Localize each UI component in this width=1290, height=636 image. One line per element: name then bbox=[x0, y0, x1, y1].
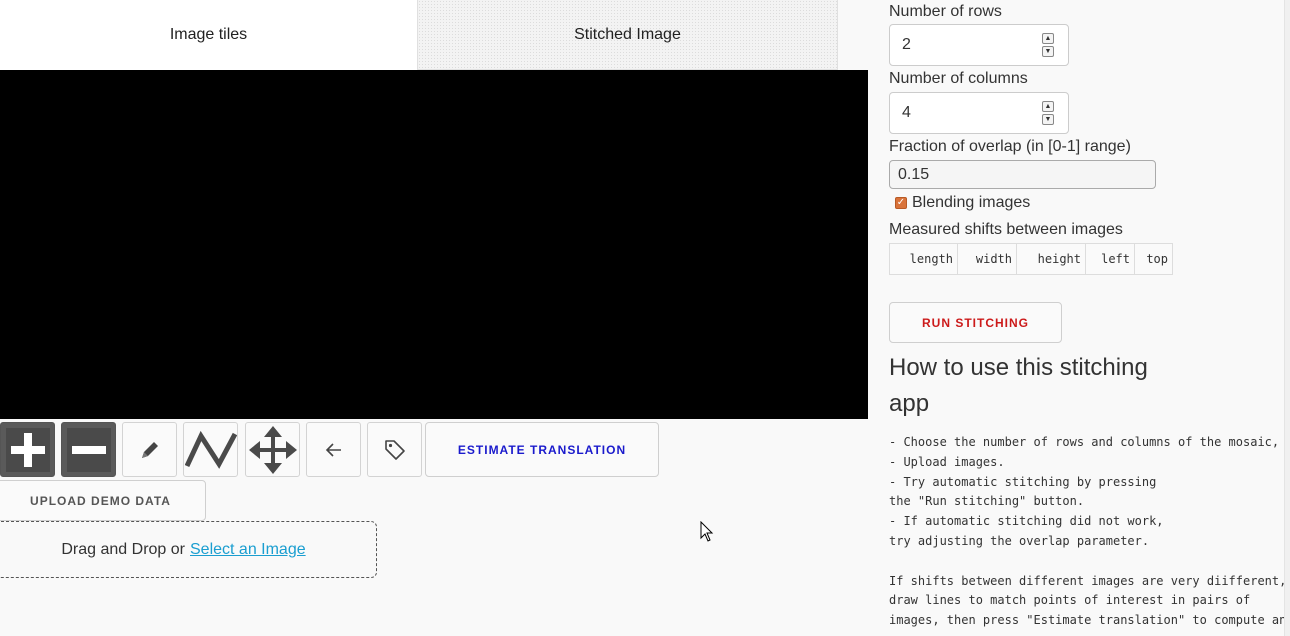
shifts-table: length width height left top bbox=[889, 243, 1173, 275]
chevron-up-icon[interactable]: ▲ bbox=[1042, 101, 1054, 112]
app-root: Image tiles Stitched Image ESTIMATE TRAN… bbox=[0, 0, 1290, 636]
arrow-left-icon bbox=[325, 442, 341, 457]
minus-icon bbox=[66, 427, 111, 472]
tab-stitched-image[interactable]: Stitched Image bbox=[418, 0, 838, 70]
tag-icon bbox=[384, 439, 405, 460]
chevron-down-icon[interactable]: ▼ bbox=[1042, 114, 1054, 125]
columns-label: Number of columns bbox=[889, 70, 1028, 87]
undo-button[interactable] bbox=[306, 422, 361, 477]
overlap-value: 0.15 bbox=[898, 165, 930, 183]
shifts-column-header[interactable]: length bbox=[890, 244, 958, 274]
select-image-link[interactable]: Select an Image bbox=[190, 541, 306, 559]
zoom-in-button[interactable] bbox=[0, 422, 55, 477]
plus-icon bbox=[5, 427, 50, 472]
draw-line-button[interactable] bbox=[183, 422, 238, 477]
upload-demo-data-button[interactable]: Upload demo data bbox=[0, 480, 206, 521]
chevron-up-icon[interactable]: ▲ bbox=[1042, 33, 1054, 44]
move-arrows-icon bbox=[248, 425, 297, 474]
overlap-input[interactable]: 0.15 bbox=[889, 160, 1156, 189]
shifts-column-header[interactable]: top bbox=[1135, 244, 1172, 274]
shifts-column-header[interactable]: left bbox=[1086, 244, 1135, 274]
image-canvas[interactable] bbox=[0, 70, 868, 419]
shifts-column-header[interactable]: height bbox=[1017, 244, 1086, 274]
tab-bar: Image tiles Stitched Image bbox=[0, 0, 838, 70]
chevron-down-icon[interactable]: ▼ bbox=[1042, 46, 1054, 57]
howto-title: How to use this stitching app bbox=[889, 354, 1148, 417]
shifts-column-header[interactable]: width bbox=[958, 244, 1017, 274]
annotate-tag-button[interactable] bbox=[367, 422, 422, 477]
polyline-icon bbox=[184, 430, 237, 469]
rows-label: Number of rows bbox=[889, 3, 1002, 20]
pencil-icon bbox=[141, 441, 158, 458]
blending-label: Blending images bbox=[912, 194, 1031, 211]
blending-checkbox-row[interactable]: ✓ Blending images bbox=[895, 194, 1030, 212]
columns-input[interactable]: 4 ▲ ▼ bbox=[889, 92, 1069, 134]
columns-stepper[interactable]: ▲ ▼ bbox=[1042, 101, 1054, 125]
mouse-cursor-icon bbox=[700, 521, 714, 542]
tab-image-tiles[interactable]: Image tiles bbox=[0, 0, 418, 70]
rows-value: 2 bbox=[902, 36, 911, 53]
image-dropzone[interactable]: Drag and Drop or Select an Image bbox=[0, 521, 377, 578]
columns-value: 4 bbox=[902, 104, 911, 121]
blending-checkbox[interactable]: ✓ bbox=[895, 197, 907, 209]
howto-text: - Choose the number of rows and columns … bbox=[889, 435, 1287, 628]
run-stitching-button[interactable]: Run stitching bbox=[889, 302, 1062, 343]
pan-button[interactable] bbox=[245, 422, 300, 477]
settings-panel: Number of rows 2 ▲ ▼ Number of columns 4… bbox=[889, 0, 1287, 636]
overlap-label: Fraction of overlap (in [0-1] range) bbox=[889, 138, 1131, 155]
zoom-out-button[interactable] bbox=[61, 422, 116, 477]
draw-pencil-button[interactable] bbox=[122, 422, 177, 477]
page-scrollbar[interactable] bbox=[1284, 0, 1290, 636]
rows-stepper[interactable]: ▲ ▼ bbox=[1042, 33, 1054, 57]
rows-input[interactable]: 2 ▲ ▼ bbox=[889, 24, 1069, 66]
dropzone-text: Drag and Drop or bbox=[61, 540, 185, 558]
estimate-translation-button[interactable]: Estimate translation bbox=[425, 422, 659, 477]
shifts-label: Measured shifts between images bbox=[889, 221, 1123, 238]
